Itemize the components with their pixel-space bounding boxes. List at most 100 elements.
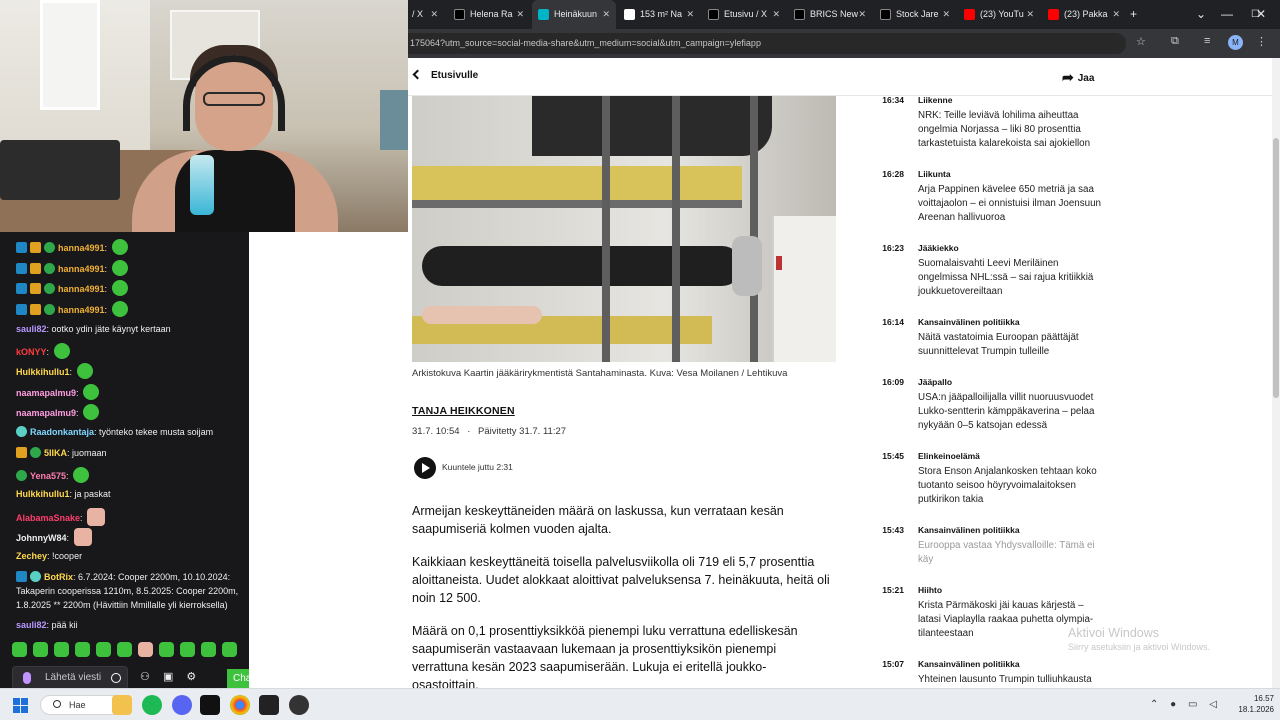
network-icon[interactable]: ▭ [1188,699,1197,710]
chat-username[interactable]: BotRix [44,572,73,582]
bookmark-star-icon[interactable]: ☆ [1136,35,1146,48]
chat-badge-icon [16,426,27,437]
gift-icon[interactable]: ▣ [163,671,173,683]
feed-headline[interactable]: Suomalaisvahti Leevi Meriläinen ongelmis… [918,257,1108,299]
chevron-left-icon [412,69,423,80]
tab-close-icon[interactable]: ✕ [516,0,524,29]
chat-username[interactable]: Raadonkantaja [30,427,94,437]
chat-username[interactable]: JohnnyW84 [16,533,67,543]
feed-time: 16:23 [882,243,904,253]
chat-username[interactable]: 5IIKA [44,448,67,458]
back-link[interactable]: Etusivulle [412,69,478,81]
chat-username[interactable]: naamapalmu9 [16,388,76,398]
feed-headline[interactable]: Arja Pappinen kävelee 650 metriä ja saa … [918,183,1108,225]
tab-close-icon[interactable]: ✕ [772,0,780,29]
minimize-icon[interactable]: — [1221,0,1233,29]
tab-close-icon[interactable]: ✕ [602,0,610,29]
discord-icon[interactable] [172,695,192,715]
volume-icon[interactable]: ◁ [1209,699,1217,710]
browser-tab[interactable]: Heinäkuun ✕ [532,0,616,29]
browser-tab[interactable]: Etusivu / X ✕ [702,0,786,29]
file-explorer-icon[interactable] [112,695,132,715]
feed-headline[interactable]: Yhteinen lausunto Trumpin tulliuhkausta [918,673,1108,687]
tab-close-icon[interactable]: ✕ [686,0,694,29]
photo-caption: Arkistokuva Kaartin jääkärirykmentistä S… [412,368,788,379]
extensions-icon[interactable]: ⧉ [1171,35,1179,48]
app-icon[interactable] [259,695,279,715]
chat-message: Hulkkihullu1: ja paskat [16,489,111,499]
feed-category: Kansainvälinen politiikka [918,659,1020,669]
chat-message: naamapalmu9: [16,384,246,400]
url-field[interactable]: 175064?utm_source=social-media-share&utm… [408,33,1126,54]
chat-send-button[interactable]: Chat [227,669,249,689]
chat-username[interactable]: hanna4991 [58,284,105,294]
browser-tab[interactable]: BRICS New ✕ [788,0,872,29]
chevron-down-icon[interactable]: ⌄ [1196,0,1206,29]
chat-text: !cooper [52,551,83,561]
emoji-icon[interactable] [111,673,121,683]
chat-username[interactable]: Zechey [16,551,47,561]
scrollbar[interactable] [1272,58,1280,688]
chat-username[interactable]: Yena575 [30,471,66,481]
browser-tab[interactable]: (23) Pakka ✕ [1042,0,1126,29]
clock[interactable]: 16.57 18.1.2026 [1230,693,1274,715]
feed-headline[interactable]: Eurooppa vastaa Yhdysvalloille: Tämä ei … [918,539,1108,567]
mic-icon[interactable] [23,672,31,684]
feed-headline[interactable]: USA:n jääpalloilijalla villit nuoruusvuo… [918,391,1108,433]
feed-time: 16:34 [882,95,904,105]
media-icon[interactable]: ≡ [1204,35,1210,47]
chat-message: hanna4991: [16,260,246,276]
feed-category: Liikunta [918,169,951,179]
chat-username[interactable]: kONYY [16,347,47,357]
feed-headline[interactable]: Stora Enson Anjalankosken tehtaan koko t… [918,465,1108,507]
chat-message: sauli82: pää kii [16,620,78,630]
chevron-up-icon[interactable]: ⌃ [1150,699,1158,710]
tab-favicon-icon [538,9,549,20]
tab-close-icon[interactable]: ✕ [1112,0,1120,29]
chat-badge-icon [30,283,41,294]
feed-category: Jääpallo [918,377,953,387]
tab-close-icon[interactable]: ✕ [1026,0,1034,29]
windows-start-icon[interactable] [13,698,28,713]
chat-username[interactable]: sauli82 [16,324,47,334]
obs-icon[interactable] [289,695,309,715]
profile-avatar[interactable]: M [1228,35,1243,50]
extensions-icon[interactable]: ⚇ [140,671,150,683]
settings-icon[interactable]: ⚙ [186,671,196,683]
chat-badge-icon [16,283,27,294]
spotify-icon[interactable] [142,695,162,715]
chat-username[interactable]: Hulkkihullu1 [16,489,70,499]
chat-username[interactable]: sauli82 [16,620,47,630]
chat-username[interactable]: hanna4991 [58,305,105,315]
chat-username[interactable]: naamapalmu9 [16,408,76,418]
browser-tab[interactable]: Helena Ra ✕ [448,0,530,29]
article-page: Etusivulle ➦ Jaa Arkistokuva Kaartin jääk… [408,58,1272,688]
tab-label: Stock Jare [896,9,939,19]
tab-close-icon[interactable]: ✕ [430,0,438,29]
x-app-icon[interactable] [200,695,220,715]
browser-tab[interactable]: Stock Jare ✕ [874,0,956,29]
menu-icon[interactable]: ⋮ [1256,35,1267,48]
close-window-icon[interactable]: ✕ [1256,0,1266,29]
emote-bar[interactable] [12,642,243,660]
emote-icon [83,384,100,400]
chat-username[interactable]: hanna4991 [58,243,105,253]
new-tab-button[interactable]: + [1130,0,1137,29]
chat-input[interactable]: Lähetä viesti [12,666,128,690]
browser-tab[interactable]: 153 m² Na ✕ [618,0,700,29]
feed-headline[interactable]: NRK: Teille leviävä lohilima aiheuttaa o… [918,109,1108,151]
chat-text: ja paskat [74,489,111,499]
share-button[interactable]: ➦ Jaa [1062,69,1094,86]
chat-username[interactable]: Hulkkihullu1 [16,367,70,377]
author-link[interactable]: TANJA HEIKKONEN [412,405,515,417]
feed-headline[interactable]: Näitä vastatoimia Euroopan päättäjät suu… [918,331,1108,359]
chat-username[interactable]: hanna4991 [58,264,105,274]
browser-tab[interactable]: (23) YouTu ✕ [958,0,1040,29]
browser-tab[interactable]: / X ✕ [408,0,444,29]
tab-close-icon[interactable]: ✕ [942,0,950,29]
tab-close-icon[interactable]: ✕ [858,0,866,29]
chrome-icon[interactable] [230,695,250,715]
chat-username[interactable]: AlabamaSnake [16,513,80,523]
mic-icon[interactable]: ● [1170,699,1176,710]
chat-text: ootko ydin jäte käynyt kertaan [51,324,171,334]
